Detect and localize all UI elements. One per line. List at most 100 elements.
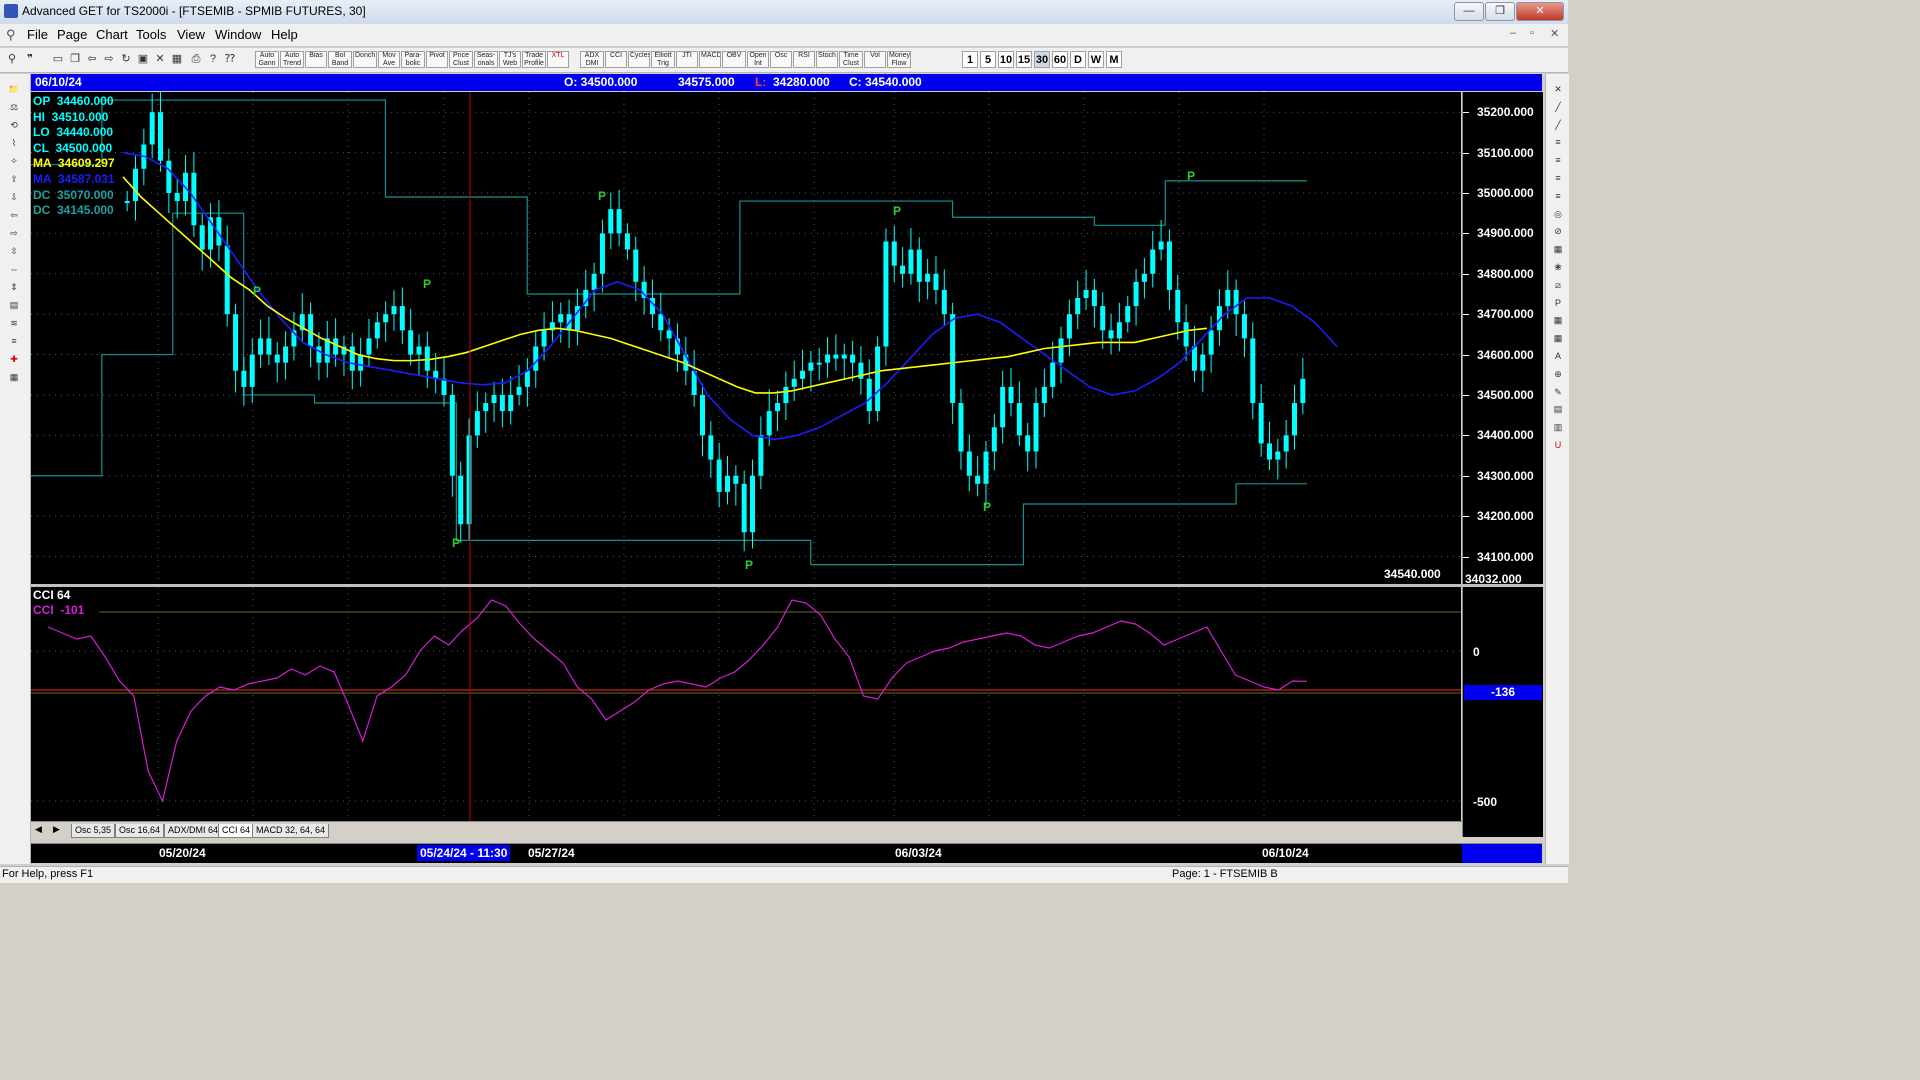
settings-icon[interactable]: ▦ — [4, 370, 24, 384]
menu-chart[interactable]: Chart — [96, 27, 128, 42]
price-chart[interactable]: P P P P P P P P — [31, 92, 1461, 584]
toolbar-btn-xtl[interactable]: XTL — [547, 51, 569, 68]
cycle-icon[interactable]: ⊘ — [1548, 224, 1568, 238]
grid-a-icon[interactable]: ▦ — [1548, 313, 1568, 327]
toolbar-btn-osc[interactable]: Osc — [770, 51, 792, 68]
box-icon[interactable]: ▦ — [1548, 242, 1568, 256]
gann-fan-icon[interactable]: ⚖ — [4, 100, 24, 114]
arrow-up-icon[interactable]: ⇧ — [4, 172, 24, 186]
tab-scroll-left-icon[interactable]: ◀ — [35, 824, 42, 835]
trend-icon[interactable]: ╱ — [1548, 118, 1568, 132]
maximize-button[interactable]: ❐ — [1485, 2, 1515, 21]
toolbar-btn-tj-s-web[interactable]: TJ's Web — [499, 51, 521, 68]
quote-icon[interactable]: ❞ — [22, 51, 38, 68]
horiz-zoom-icon[interactable]: ⇔ — [4, 262, 24, 276]
print-icon[interactable]: ⎙ — [188, 51, 204, 68]
fib-time-icon[interactable]: ≡ — [1548, 171, 1568, 185]
toolbar-btn-mov-ave[interactable]: Mov Ave — [378, 51, 400, 68]
tab-osc-16-64[interactable]: Osc 16,64 — [115, 824, 165, 838]
gann-icon[interactable]: ≡ — [4, 334, 24, 348]
reset-icon[interactable]: ⟲ — [4, 118, 24, 132]
toolbar-btn-cycles[interactable]: Cycles — [628, 51, 650, 68]
period-btn-10[interactable]: 10 — [998, 51, 1014, 68]
toolbar-btn-jti[interactable]: JTI — [676, 51, 698, 68]
period-btn-60[interactable]: 60 — [1052, 51, 1068, 68]
fib-ext-icon[interactable]: ≡ — [1548, 153, 1568, 167]
open-icon[interactable]: 📁 — [4, 82, 24, 96]
magnet-icon[interactable]: U — [1548, 438, 1568, 452]
tab-scroll-right-icon[interactable]: ▶ — [53, 824, 60, 835]
back-icon[interactable]: ⇦ — [84, 51, 100, 68]
close-button[interactable]: ✕ — [1516, 2, 1564, 21]
grid-icon[interactable]: ▦ — [169, 51, 185, 68]
toolbar-btn-elliott-trig[interactable]: Elliott Trig — [651, 51, 675, 68]
toolbar-btn-obv[interactable]: OBV — [722, 51, 746, 68]
toolbar-btn-cci[interactable]: CCI — [605, 51, 627, 68]
period-btn-30[interactable]: 30 — [1034, 51, 1050, 68]
minimize-button[interactable]: — — [1454, 2, 1484, 21]
ellipse-icon[interactable]: ❀ — [1548, 260, 1568, 274]
delete-icon[interactable]: ✕ — [152, 51, 168, 68]
delete-icon[interactable]: ✕ — [1548, 82, 1568, 96]
window-icon[interactable]: ▣ — [135, 51, 151, 68]
pti-icon[interactable]: P — [1548, 296, 1568, 310]
help-icon[interactable]: ? — [205, 51, 221, 68]
toolbar-btn-seas-onals[interactable]: Seas-onals — [474, 51, 498, 68]
period-btn-5[interactable]: 5 — [980, 51, 996, 68]
menu-window[interactable]: Window — [215, 27, 261, 42]
crosshair-icon[interactable]: ✚ — [4, 352, 24, 366]
arrow-right-icon[interactable]: ⇨ — [4, 226, 24, 240]
elliott-icon[interactable]: ✧ — [4, 154, 24, 168]
period-btn-w[interactable]: W — [1088, 51, 1104, 68]
period-btn-m[interactable]: M — [1106, 51, 1122, 68]
mdi-close-icon[interactable]: ✕ — [1550, 27, 1559, 40]
mdi-minimize-icon[interactable]: – — [1510, 27, 1516, 39]
fit-icon[interactable]: ⇕ — [4, 280, 24, 294]
toolbar-btn-para-bolic[interactable]: Para-bolic — [401, 51, 425, 68]
menu-page[interactable]: Page — [57, 27, 87, 42]
toolbar-btn-open-int[interactable]: Open Int — [747, 51, 769, 68]
toolbar-btn-macd[interactable]: MACD — [699, 51, 721, 68]
cci-panel[interactable]: CCI 64 CCI -101 — [31, 587, 1461, 821]
grid-b-icon[interactable]: ▦ — [1548, 331, 1568, 345]
toolbar-btn-adx-dmi[interactable]: ADX DMI — [580, 51, 604, 68]
period-btn-d[interactable]: D — [1070, 51, 1086, 68]
menu-view[interactable]: View — [177, 27, 205, 42]
fib-ret-icon[interactable]: ≡ — [1548, 135, 1568, 149]
menu-tools[interactable]: Tools — [136, 27, 166, 42]
lines-icon[interactable]: ≋ — [4, 316, 24, 330]
toolbar-btn-price-clust[interactable]: Price Clust — [449, 51, 473, 68]
grid-icon[interactable]: ▤ — [4, 298, 24, 312]
toolbar-btn-donch[interactable]: Donch — [353, 51, 377, 68]
new-icon[interactable]: ▭ — [50, 51, 66, 68]
text-icon[interactable]: A — [1548, 349, 1568, 363]
copy-icon[interactable]: ❐ — [67, 51, 83, 68]
cci-chart[interactable] — [31, 587, 1461, 821]
tab-cci-64[interactable]: CCI 64 — [218, 824, 255, 838]
arrow-down-icon[interactable]: ⇩ — [4, 190, 24, 204]
toolbar-btn-rsi[interactable]: RSI — [793, 51, 815, 68]
pointer-icon[interactable]: ⚲ — [4, 51, 20, 68]
tab-osc-5-35[interactable]: Osc 5,35 — [71, 824, 116, 838]
toolbar-btn-auto-gann[interactable]: Auto Gann — [255, 51, 279, 68]
menu-file[interactable]: File — [27, 27, 48, 42]
table-a-icon[interactable]: ▤ — [1548, 402, 1568, 416]
table-b-icon[interactable]: ▥ — [1548, 420, 1568, 434]
tab-adx-dmi-64[interactable]: ADX/DMI 64 — [164, 824, 223, 838]
toolbar-btn-stoch[interactable]: Stoch — [816, 51, 838, 68]
pencil-icon[interactable]: ✎ — [1548, 385, 1568, 399]
toolbar-btn-time-clust[interactable]: Time Clust — [839, 51, 863, 68]
arrow-left-icon[interactable]: ⇦ — [4, 208, 24, 222]
channel-icon[interactable]: ≡ — [1548, 189, 1568, 203]
pattern-icon[interactable]: ⧄ — [1548, 278, 1568, 292]
context-help-icon[interactable]: ⁇ — [222, 51, 238, 68]
line-icon[interactable]: ╱ — [1548, 100, 1568, 114]
toolbar-btn-vol[interactable]: Vol — [864, 51, 886, 68]
mdi-restore-icon[interactable]: ▫ — [1530, 27, 1534, 39]
toolbar-btn-bol-band[interactable]: Bol Band — [328, 51, 352, 68]
price-chart-panel[interactable]: P P P P P P P P OP 34460.000 HI 34510.000 LO 3444… — [31, 92, 1461, 584]
period-btn-15[interactable]: 15 — [1016, 51, 1032, 68]
toolbar-btn-trade-profile[interactable]: Trade Profile — [522, 51, 546, 68]
document-icon[interactable]: ⚲ — [6, 27, 16, 43]
vert-zoom-icon[interactable]: ⇳ — [4, 244, 24, 258]
